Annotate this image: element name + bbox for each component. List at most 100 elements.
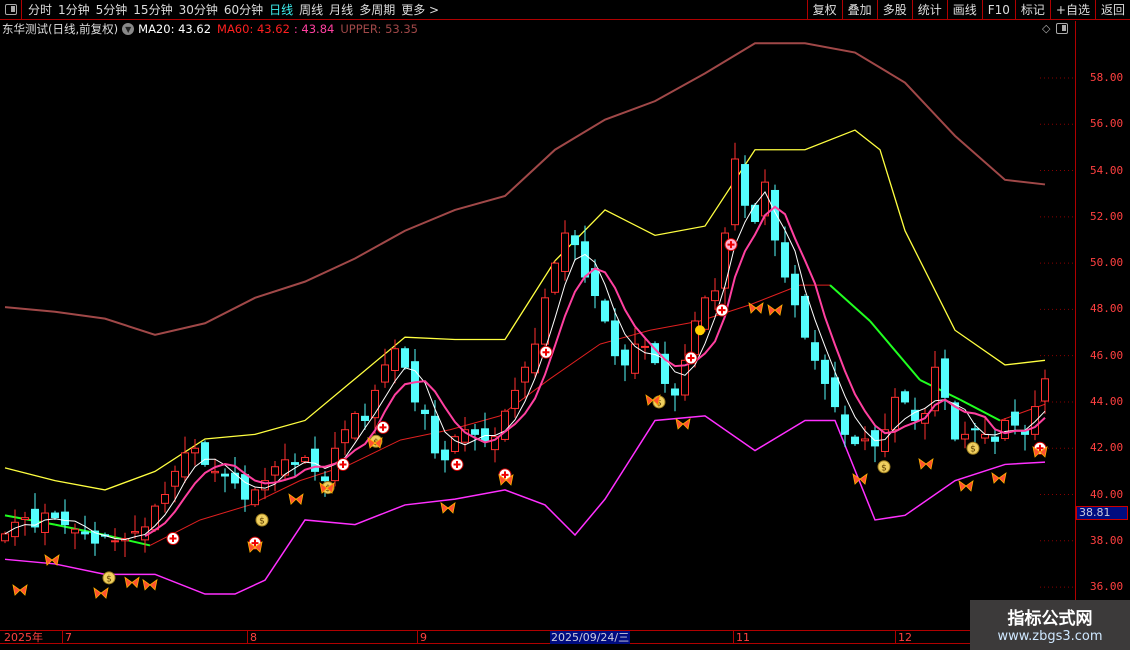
candle-down [51, 512, 59, 519]
candle-down [801, 295, 809, 338]
candle-down [291, 462, 299, 465]
toolbar-buttons: 复权 叠加 多股 统计 画线 F10 标记 +自选 返回 [806, 0, 1130, 20]
candle-down [611, 320, 619, 357]
period-tab[interactable]: 60分钟 [224, 1, 263, 18]
candle-up [41, 512, 49, 533]
candle-down [361, 415, 369, 421]
candle-up [341, 429, 349, 444]
ma60-line-segment [959, 398, 1001, 422]
y-tick-label: 52.00 [1090, 209, 1124, 223]
toolbar-button[interactable]: 多股 [876, 0, 912, 20]
candle-up [1031, 406, 1039, 435]
buy-plus-icon [715, 303, 729, 317]
buy-plus-icon [376, 420, 390, 434]
ma60-line-segment [199, 504, 251, 521]
x-tick-label: 11 [733, 631, 750, 644]
candle-up [381, 364, 389, 383]
y-tick-label: 48.00 [1090, 302, 1124, 316]
ma60-line-segment [549, 343, 601, 380]
candle-up [501, 410, 509, 440]
period-tabs: 分时 1分钟 5分钟 15分钟 30分钟 60分钟 日线 周线 月线 多周期 更多 > [22, 1, 439, 18]
period-tab[interactable]: 周线 [299, 1, 323, 18]
x-axis: 2025/09/24/三 2025年 7 8 9 11 12 [0, 630, 1130, 644]
candle-up [701, 297, 709, 330]
candle-down [821, 359, 829, 384]
panel-toggle-button[interactable] [0, 0, 22, 20]
period-tab[interactable]: 更多 > [401, 1, 439, 18]
legend-controls: ◇ [1042, 22, 1069, 35]
period-tab[interactable]: 分时 [28, 1, 52, 18]
watermark: 指标公式网 www.zbgs3.com [970, 600, 1130, 650]
candle-up [541, 297, 549, 345]
y-tick-label: 50.00 [1090, 256, 1124, 270]
current-price-tag: 38.81 [1076, 506, 1128, 520]
yellow-dot-icon [695, 325, 705, 336]
candle-down [831, 377, 839, 408]
svg-text:$: $ [970, 445, 976, 455]
candle-down [971, 428, 979, 431]
buy-plus-icon [684, 351, 698, 365]
candle-up [531, 343, 539, 374]
candle-up [731, 158, 739, 226]
candle-down [771, 189, 779, 241]
y-tick-label: 56.00 [1090, 117, 1124, 131]
period-tab[interactable]: 5分钟 [96, 1, 128, 18]
candle-down [471, 429, 479, 435]
period-tab[interactable]: 15分钟 [133, 1, 172, 18]
indicator-legend: 东华测试(日线,前复权) ▼ MA20: 43.62 MA60: 43.62 :… [2, 21, 418, 37]
ma60-value: MA60: 43.62 [217, 22, 290, 36]
ma60-line-segment [919, 379, 961, 401]
candle-up [161, 494, 169, 504]
toolbar-button[interactable]: 统计 [911, 0, 947, 20]
watermark-title: 指标公式网 [1007, 609, 1093, 629]
upper-band-line [4, 42, 1046, 336]
toolbar-button[interactable]: 画线 [946, 0, 982, 20]
candle-down [401, 348, 409, 368]
ma20-value: MA20: 43.62 [138, 22, 212, 36]
upper-value: UPPER: 53.35 [340, 22, 418, 36]
toolbar-button[interactable]: +自选 [1049, 0, 1095, 20]
period-tab[interactable]: 1分钟 [58, 1, 90, 18]
toolbar-button[interactable]: 叠加 [841, 0, 877, 20]
candle-up [1001, 419, 1009, 440]
money-bag-icon: $ [102, 571, 116, 585]
period-tab[interactable]: 多周期 [359, 1, 395, 18]
toolbar-button[interactable]: 返回 [1094, 0, 1130, 20]
butterfly-signal-icon [958, 480, 974, 492]
candle-down [571, 235, 579, 246]
candle-up [171, 470, 179, 487]
ma60-line-segment [599, 329, 651, 345]
panel-icon[interactable] [1056, 23, 1069, 34]
ma60-line-segment [869, 320, 921, 381]
y-tick-label: 44.00 [1090, 394, 1124, 408]
butterfly-signal-icon [440, 502, 456, 514]
period-tab[interactable]: 月线 [329, 1, 353, 18]
candle-up [301, 456, 309, 463]
period-tab[interactable]: 日线 [269, 1, 293, 18]
butterfly-signal-icon [12, 584, 28, 596]
y-tick-label: 42.00 [1090, 441, 1124, 455]
panel-icon [4, 4, 17, 15]
toolbar-button[interactable]: 复权 [806, 0, 842, 20]
toolbar-button[interactable]: 标记 [1014, 0, 1050, 20]
candle-up [351, 413, 359, 439]
period-tab[interactable]: 30分钟 [179, 1, 218, 18]
candle-down [751, 204, 759, 222]
diamond-icon[interactable]: ◇ [1042, 22, 1050, 35]
chevron-down-icon[interactable]: ▼ [122, 23, 135, 35]
kline-chart[interactable]: $$$$$$$ [0, 0, 1075, 630]
candle-up [131, 531, 139, 534]
candle-down [241, 474, 249, 500]
candle-up [211, 470, 219, 474]
candle-up [761, 181, 769, 217]
x-tick-label: 8 [247, 631, 257, 644]
y-tick-label: 54.00 [1090, 163, 1124, 177]
candle-down [621, 349, 629, 366]
candle-up [141, 526, 149, 541]
candle-up [391, 348, 399, 371]
money-bag-icon: $ [966, 441, 980, 455]
toolbar: 分时 1分钟 5分钟 15分钟 30分钟 60分钟 日线 周线 月线 多周期 更多 > 复权 叠加 多股… [0, 0, 1130, 20]
toolbar-button[interactable]: F10 [981, 0, 1015, 20]
money-bag-icon: $ [877, 460, 891, 474]
candle-down [581, 241, 589, 278]
